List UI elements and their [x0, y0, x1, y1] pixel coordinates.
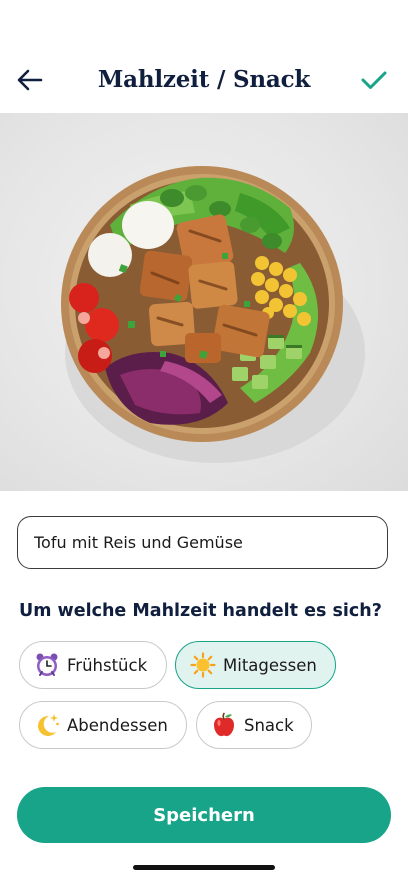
back-button[interactable] — [14, 64, 46, 96]
meal-name-input[interactable] — [17, 516, 388, 569]
page-title: Mahlzeit / Snack — [97, 66, 311, 93]
header: Mahlzeit / Snack — [0, 56, 408, 104]
alarm-clock-icon — [34, 652, 60, 678]
chip-mittagessen[interactable]: Mitagessen — [175, 641, 336, 689]
chip-snack[interactable]: Snack — [196, 701, 312, 749]
chip-fruehstueck[interactable]: Frühstück — [19, 641, 167, 689]
meal-entry-screen: Mahlzeit / Snack Tofu mit Reis und Gemüs… — [0, 0, 408, 885]
food-bowl-image — [0, 113, 408, 491]
sun-icon — [190, 652, 216, 678]
crescent-moon-stars-icon — [34, 712, 60, 738]
save-button[interactable]: Speichern — [17, 787, 391, 843]
arrow-left-icon — [17, 69, 43, 91]
chip-label: Mitagessen — [223, 655, 317, 675]
chip-label: Abendessen — [67, 715, 168, 735]
chip-abendessen[interactable]: Abendessen — [19, 701, 187, 749]
chip-label: Frühstück — [67, 655, 148, 675]
chip-label: Snack — [244, 715, 294, 735]
meal-type-question: Um welche Mahlzeit handelt es sich? — [19, 601, 382, 621]
apple-icon — [211, 712, 237, 738]
home-indicator — [133, 865, 275, 870]
checkmark-icon — [361, 71, 387, 89]
confirm-button[interactable] — [358, 64, 390, 96]
